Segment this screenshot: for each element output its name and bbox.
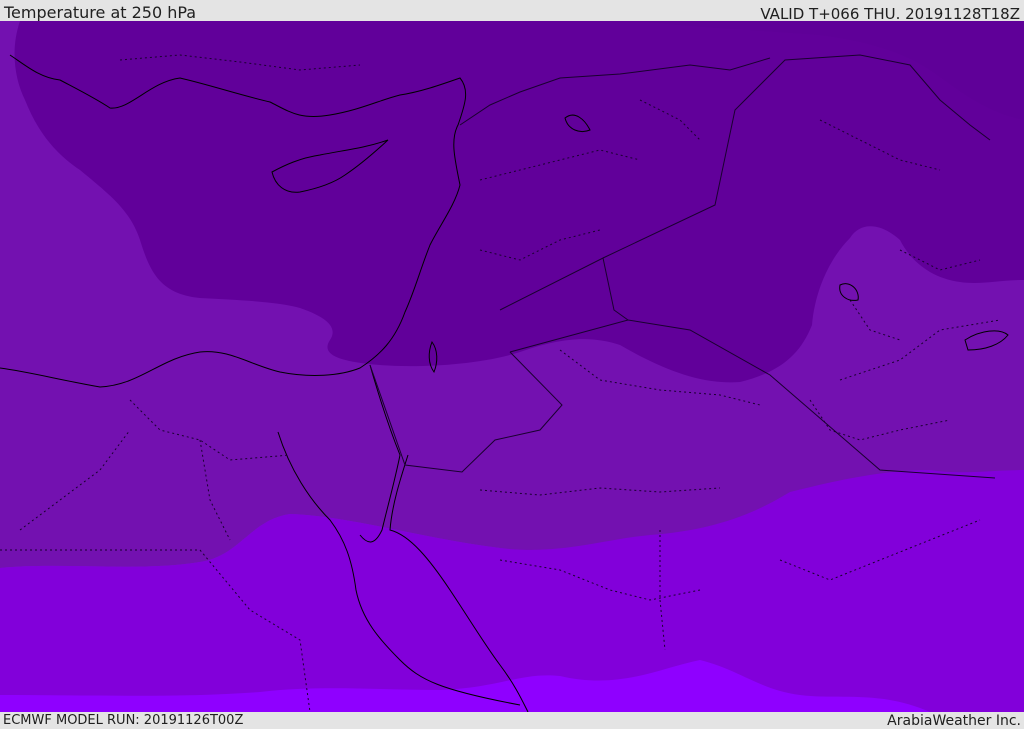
weather-map[interactable] xyxy=(0,21,1024,712)
map-header: Temperature at 250 hPa VALID T+066 THU. … xyxy=(0,0,1024,23)
credit-label: ArabiaWeather Inc. xyxy=(887,713,1021,729)
map-title: Temperature at 250 hPa xyxy=(4,3,197,22)
model-run-label: ECMWF MODEL RUN: 20191126T00Z xyxy=(3,713,244,728)
map-footer: ECMWF MODEL RUN: 20191126T00Z ArabiaWeat… xyxy=(0,712,1024,729)
